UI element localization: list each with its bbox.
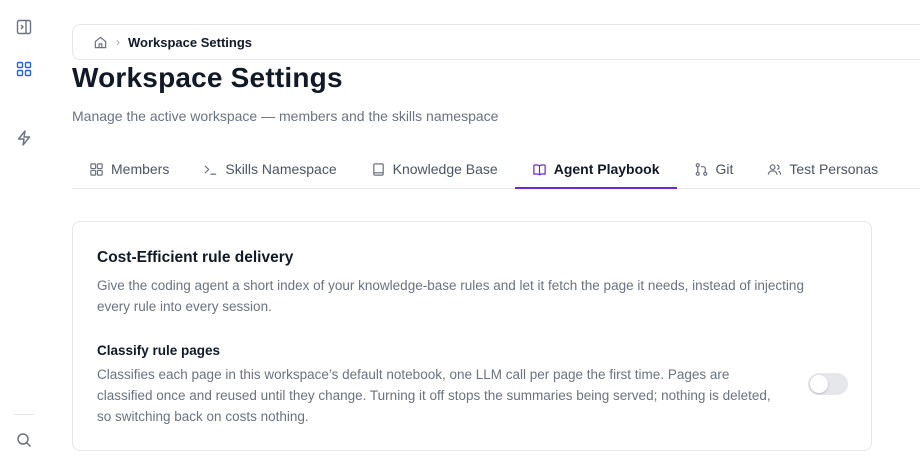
rail-divider [14,414,34,415]
tab-test-personas[interactable]: Test Personas [750,150,895,188]
tab-knowledge-base[interactable]: Knowledge Base [354,150,515,188]
tab-git[interactable]: Git [677,150,751,188]
page-subtitle: Manage the active workspace — members an… [72,108,499,124]
toggle-knob [810,375,828,393]
rule-delivery-card: Cost-Efficient rule delivery Give the co… [72,221,872,451]
tab-label: Git [715,161,734,177]
tab-skills-namespace[interactable]: Skills Namespace [186,150,353,188]
lightning-icon[interactable] [14,128,34,148]
grid-icon [89,162,111,177]
sidebar-expand-icon[interactable] [14,17,34,37]
git-icon [694,162,716,177]
breadcrumb-separator: › [116,35,120,49]
book-icon [371,162,393,177]
breadcrumb-current: Workspace Settings [128,34,253,50]
tab-label: Skills Namespace [225,161,337,177]
breadcrumb: › Workspace Settings [72,24,920,60]
search-icon[interactable] [14,430,34,450]
settings-tabs: Members Skills Namespace Knowledge Base … [72,150,920,189]
tab-agent-playbook[interactable]: Agent Playbook [514,150,677,189]
left-rail [0,0,48,476]
page-title: Workspace Settings [72,62,343,93]
card-title: Cost-Efficient rule delivery [97,249,294,266]
tab-label: Members [111,161,170,177]
classify-option-description: Classifies each page in this workspace’s… [97,367,771,424]
classify-toggle[interactable] [808,373,848,395]
terminal-icon [203,162,225,177]
tab-label: Test Personas [789,161,879,177]
tab-label: Knowledge Base [392,161,498,177]
classify-option-title: Classify rule pages [97,343,221,358]
tab-members[interactable]: Members [72,150,186,188]
users-icon [767,162,789,177]
card-description: Give the coding agent a short index of y… [97,278,804,314]
home-icon[interactable] [93,35,108,50]
tab-label: Agent Playbook [553,161,660,177]
grid-icon[interactable] [14,59,34,79]
book-open-icon [532,162,554,177]
